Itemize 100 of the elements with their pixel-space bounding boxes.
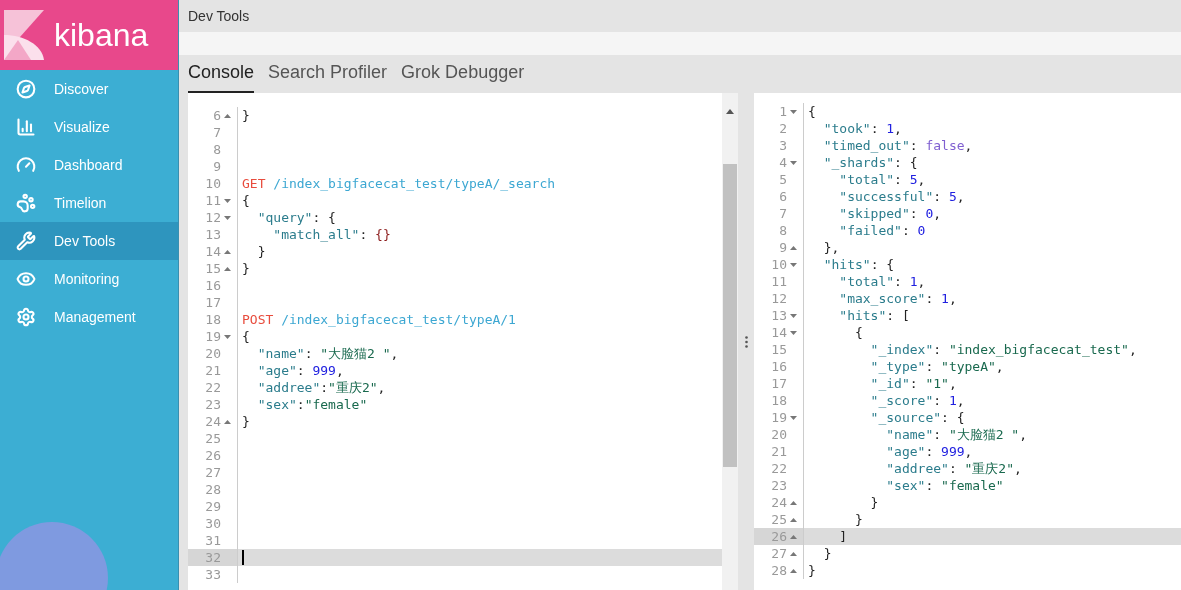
fold-caret-icon[interactable] [789, 415, 797, 420]
line-number: 16 [205, 277, 221, 294]
tab[interactable]: Grok Debugger [401, 59, 525, 93]
code-line: "timed_out": false, [822, 137, 973, 154]
bar-chart-icon [16, 117, 36, 137]
nav-item[interactable]: Visualize [0, 108, 178, 146]
fold-caret-icon[interactable] [789, 313, 797, 318]
line-number: 9 [213, 158, 221, 175]
line-number: 14 [771, 324, 787, 341]
eye-icon [16, 269, 36, 289]
gauge-icon [16, 155, 36, 175]
line-number: 30 [205, 515, 221, 532]
line-number: 31 [205, 532, 221, 549]
line-number: 19 [771, 409, 787, 426]
code-line: "sex": "female" [885, 477, 1004, 494]
code-line: "hits": { [822, 256, 895, 273]
fold-caret-icon[interactable] [223, 249, 231, 254]
code-line: "_source": { [869, 409, 965, 426]
line-number: 24 [205, 413, 221, 430]
nav-item[interactable]: Timelion [0, 184, 178, 222]
code-line: } [853, 511, 863, 528]
code-line: "addree": "重庆2", [885, 460, 1022, 477]
line-number: 26 [771, 528, 787, 545]
line-number: 19 [205, 328, 221, 345]
code-line: "_shards": { [822, 154, 918, 171]
fold-caret-icon[interactable] [789, 262, 797, 267]
code-line: ] [838, 528, 848, 545]
line-number: 32 [205, 549, 221, 566]
nav-item[interactable]: Monitoring [0, 260, 178, 298]
code-line: "age": 999, [256, 362, 344, 379]
settings-icon [16, 307, 36, 327]
nav-item[interactable]: Dev Tools [0, 222, 178, 260]
nav-item[interactable]: Management [0, 298, 178, 336]
fold-caret-icon[interactable] [223, 266, 231, 271]
line-number: 17 [205, 294, 221, 311]
code-line: POST /index_bigfacecat_test/typeA/1 [242, 311, 516, 328]
fold-caret-icon[interactable] [223, 334, 231, 339]
response-editor[interactable] [754, 93, 1181, 590]
line-number: 7 [213, 124, 221, 141]
fold-caret-icon[interactable] [789, 109, 797, 114]
fold-caret-icon[interactable] [789, 500, 797, 505]
nav-item[interactable]: Dashboard [0, 146, 178, 184]
line-number: 13 [771, 307, 787, 324]
page-title: Dev Tools [188, 6, 250, 26]
fold-caret-icon[interactable] [223, 215, 231, 220]
scrollbar-thumb[interactable] [723, 164, 737, 467]
fold-caret-icon[interactable] [789, 534, 797, 539]
code-line: "total": 1, [838, 273, 926, 290]
line-number: 23 [205, 396, 221, 413]
line-number: 10 [205, 175, 221, 192]
fold-caret-icon[interactable] [789, 517, 797, 522]
line-number: 18 [771, 392, 787, 409]
code-line: "_score": 1, [869, 392, 965, 409]
line-number: 33 [205, 566, 221, 583]
brand-name: kibana [54, 19, 149, 51]
scroll-up-icon[interactable] [726, 109, 734, 114]
line-number: 6 [213, 107, 221, 124]
line-number: 16 [771, 358, 787, 375]
fold-caret-icon[interactable] [223, 113, 231, 118]
line-number: 12 [771, 290, 787, 307]
line-number: 10 [771, 256, 787, 273]
fold-caret-icon[interactable] [223, 198, 231, 203]
line-number: 21 [771, 443, 787, 460]
code-line: "_index": "index_bigfacecat_test", [869, 341, 1137, 358]
fold-caret-icon[interactable] [789, 568, 797, 573]
line-number: 12 [205, 209, 221, 226]
code-line: }, [822, 239, 840, 256]
line-number: 15 [205, 260, 221, 277]
tab[interactable]: Search Profiler [268, 59, 388, 93]
fold-caret-icon[interactable] [789, 160, 797, 165]
code-line: "skipped": 0, [838, 205, 942, 222]
text-cursor [242, 550, 244, 565]
line-number: 25 [771, 511, 787, 528]
code-line: "sex":"female" [256, 396, 368, 413]
line-number: 20 [771, 426, 787, 443]
line-number: 26 [205, 447, 221, 464]
line-number: 8 [213, 141, 221, 158]
code-line: { [808, 103, 816, 120]
code-line: { [242, 192, 250, 209]
resize-handle-icon[interactable] [744, 335, 748, 348]
line-number: 1 [779, 103, 787, 120]
fold-caret-icon[interactable] [223, 419, 231, 424]
line-number: 17 [771, 375, 787, 392]
line-number: 15 [771, 341, 787, 358]
line-number: 11 [205, 192, 221, 209]
fold-caret-icon[interactable] [789, 245, 797, 250]
code-line: } [869, 494, 879, 511]
line-number: 28 [205, 481, 221, 498]
code-line: } [242, 107, 250, 124]
line-number: 18 [205, 311, 221, 328]
paw-icon [16, 193, 36, 213]
kibana-logo-icon [4, 10, 44, 60]
wrench-icon [16, 231, 36, 251]
fold-caret-icon[interactable] [789, 551, 797, 556]
code-line: } [808, 562, 816, 579]
line-number: 4 [779, 154, 787, 171]
fold-caret-icon[interactable] [789, 330, 797, 335]
code-line: "_type": "typeA", [869, 358, 1004, 375]
nav-item[interactable]: Discover [0, 70, 178, 108]
compass-icon [16, 79, 36, 99]
